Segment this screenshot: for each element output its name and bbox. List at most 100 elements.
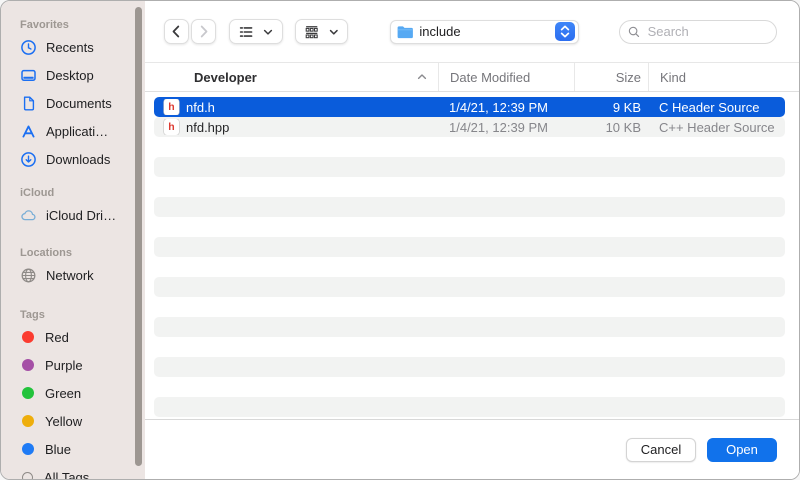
app-store-icon <box>20 123 37 140</box>
sort-ascending-icon <box>415 70 429 84</box>
file-size: 9 KB <box>574 100 648 115</box>
sidebar-item-label: Applicati… <box>46 124 108 139</box>
search-icon <box>628 25 640 39</box>
sidebar-item-label: iCloud Dri… <box>46 208 116 223</box>
globe-icon <box>20 267 37 284</box>
cloud-icon <box>20 207 37 224</box>
document-icon <box>20 95 37 112</box>
desktop-icon <box>20 67 37 84</box>
sidebar-item-label: Green <box>45 386 81 401</box>
sidebar: Favorites Recents Desktop Documents <box>1 1 145 479</box>
empty-row <box>154 377 785 397</box>
empty-row <box>154 297 785 317</box>
sidebar-item-all-tags[interactable]: All Tags <box>1 463 145 480</box>
empty-row <box>154 157 785 177</box>
purple-tag-icon <box>22 359 34 371</box>
red-tag-icon <box>22 331 34 343</box>
empty-row <box>154 217 785 237</box>
search-field[interactable] <box>619 20 777 44</box>
sidebar-scrollbar[interactable] <box>135 7 142 466</box>
sidebar-item-tag-yellow[interactable]: Yellow <box>1 407 145 435</box>
empty-row <box>154 237 785 257</box>
empty-row <box>154 357 785 377</box>
file-date-modified: 1/4/21, 12:39 PM <box>438 100 574 115</box>
sidebar-section-locations: Locations <box>20 245 145 261</box>
chevron-right-icon <box>195 23 212 40</box>
empty-row <box>154 277 785 297</box>
open-button[interactable]: Open <box>707 438 777 462</box>
sidebar-item-tag-blue[interactable]: Blue <box>1 435 145 463</box>
file-kind: C Header Source <box>648 100 785 115</box>
open-file-dialog: Favorites Recents Desktop Documents <box>0 0 800 480</box>
folder-select-value: include <box>419 24 550 39</box>
clock-icon <box>20 39 37 56</box>
chevron-down-icon <box>328 26 340 38</box>
yellow-tag-icon <box>22 415 34 427</box>
c-header-file-icon: h <box>164 99 179 115</box>
sidebar-section-icloud: iCloud <box>20 185 145 201</box>
file-list: h nfd.h 1/4/21, 12:39 PM 9 KB C Header S… <box>145 92 799 420</box>
file-row-nfd-h[interactable]: h nfd.h 1/4/21, 12:39 PM 9 KB C Header S… <box>154 97 785 117</box>
sidebar-item-label: Documents <box>46 96 112 111</box>
list-view-icon <box>238 24 254 40</box>
all-tags-icon <box>22 472 33 480</box>
sidebar-item-label: Network <box>46 268 94 283</box>
sidebar-item-recents[interactable]: Recents <box>1 33 145 61</box>
cancel-button[interactable]: Cancel <box>626 438 696 462</box>
empty-row <box>154 317 785 337</box>
history-nav <box>164 19 216 44</box>
file-name: nfd.hpp <box>186 120 229 135</box>
empty-row <box>154 137 785 157</box>
group-view-dropdown[interactable] <box>295 19 348 44</box>
sidebar-item-label: Red <box>45 330 69 345</box>
empty-row <box>154 397 785 417</box>
column-header-developer[interactable]: Developer <box>145 63 438 91</box>
sidebar-item-desktop[interactable]: Desktop <box>1 61 145 89</box>
dialog-footer: Cancel Open <box>145 420 799 479</box>
sidebar-item-tag-red[interactable]: Red <box>1 323 145 351</box>
sidebar-item-network[interactable]: Network <box>1 261 145 289</box>
sidebar-item-tag-purple[interactable]: Purple <box>1 351 145 379</box>
sidebar-item-label: Purple <box>45 358 83 373</box>
empty-row <box>154 337 785 357</box>
sidebar-item-tag-green[interactable]: Green <box>1 379 145 407</box>
cpp-header-file-icon: h <box>164 119 179 135</box>
folder-select[interactable]: include <box>390 20 579 44</box>
table-header: Developer Date Modified Size Kind <box>145 63 799 92</box>
blue-tag-icon <box>22 443 34 455</box>
sidebar-item-label: Recents <box>46 40 94 55</box>
blue-folder-icon <box>396 24 414 40</box>
chevron-down-icon <box>262 26 274 38</box>
sidebar-item-label: Yellow <box>45 414 82 429</box>
sidebar-item-label: Desktop <box>46 68 94 83</box>
sidebar-section-tags: Tags <box>20 307 145 323</box>
sidebar-item-applications[interactable]: Applicati… <box>1 117 145 145</box>
file-name: nfd.h <box>186 100 215 115</box>
back-button[interactable] <box>164 19 189 44</box>
sidebar-item-label: Downloads <box>46 152 110 167</box>
column-header-kind[interactable]: Kind <box>648 63 799 91</box>
main-area: include Developer Date Modified Size Kin… <box>145 1 799 479</box>
file-date-modified: 1/4/21, 12:39 PM <box>438 120 574 135</box>
column-header-date-modified[interactable]: Date Modified <box>438 63 574 91</box>
chevron-left-icon <box>168 23 185 40</box>
sidebar-item-label: All Tags <box>44 470 89 480</box>
file-size: 10 KB <box>574 120 648 135</box>
group-view-icon <box>304 24 319 40</box>
forward-button[interactable] <box>191 19 216 44</box>
empty-row <box>154 257 785 277</box>
download-circle-icon <box>20 151 37 168</box>
empty-row <box>154 197 785 217</box>
sidebar-item-label: Blue <box>45 442 71 457</box>
toolbar: include <box>145 1 799 63</box>
stepper-icon[interactable] <box>555 22 575 41</box>
sidebar-item-icloud-drive[interactable]: iCloud Dri… <box>1 201 145 229</box>
sidebar-item-documents[interactable]: Documents <box>1 89 145 117</box>
list-view-dropdown[interactable] <box>229 19 283 44</box>
sidebar-section-favorites: Favorites <box>20 17 145 33</box>
column-header-size[interactable]: Size <box>574 63 648 91</box>
file-row-nfd-hpp[interactable]: h nfd.hpp 1/4/21, 12:39 PM 10 KB C++ Hea… <box>154 117 785 137</box>
sidebar-item-downloads[interactable]: Downloads <box>1 145 145 173</box>
search-input[interactable] <box>646 23 768 40</box>
file-kind: C++ Header Source <box>648 120 785 135</box>
